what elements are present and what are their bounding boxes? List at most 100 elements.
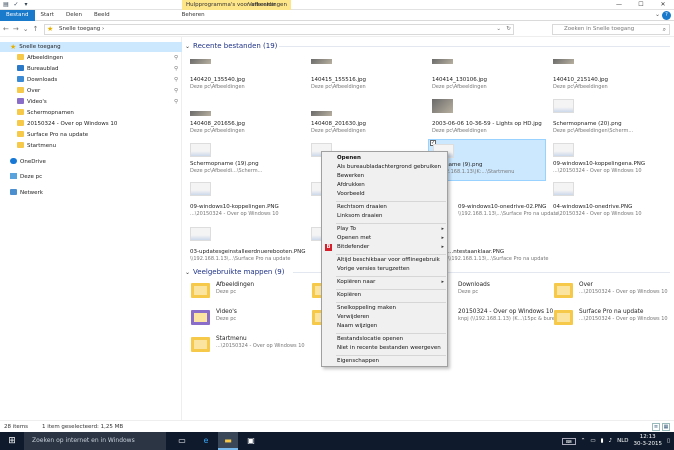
address-bar[interactable]: ★ Snelle toegang › ⌄ ↻ (44, 24, 514, 35)
nav-network[interactable]: Netwerk (0, 188, 182, 198)
refresh-icon[interactable]: ↻ (506, 25, 511, 34)
menu-item-bitdefender[interactable]: B Bitdefender ▸ (323, 243, 448, 252)
nav-quick-access[interactable]: ★ Snelle toegang (0, 42, 182, 52)
nav-item-startmenu[interactable]: Startmenu (0, 141, 182, 151)
file-item[interactable]: 140415_155516.jpg Deze pc\Afbeeldingen (307, 57, 425, 90)
file-item[interactable]: 140410_215140.jpg Deze pc\Afbeeldingen (549, 57, 667, 90)
file-item[interactable]: 140414_130106.jpg Deze pc\Afbeeldingen (428, 57, 546, 90)
keyboard-icon[interactable]: ⌨ (561, 437, 576, 445)
search-icon[interactable]: ⌕ (663, 25, 666, 34)
pin-icon[interactable]: ⚲ (174, 97, 178, 107)
menu-item-open-with[interactable]: Openen met ▸ (323, 234, 448, 243)
folder-item[interactable]: Startmenu ...\20150324 - Over op Windows… (186, 334, 305, 358)
tab-home[interactable]: Start (35, 10, 60, 21)
file-item[interactable]: Schermopname (20).png Deze pc\Afbeelding… (549, 97, 667, 134)
nav-onedrive[interactable]: OneDrive (0, 157, 182, 167)
image-thumbnail (553, 182, 574, 196)
nav-item-pictures[interactable]: Afbeeldingen ⚲ (0, 53, 182, 63)
large-icons-view-icon[interactable]: ▦ (662, 423, 670, 431)
chevron-down-icon[interactable]: ⌄ (496, 25, 501, 34)
task-view-icon[interactable]: ▭ (172, 432, 192, 450)
menu-item-set-desktop-background[interactable]: Als bureaubladachtergrond gebruiken (323, 163, 448, 172)
file-explorer-icon[interactable]: ▬ (218, 432, 238, 450)
internet-explorer-icon[interactable]: e (196, 432, 216, 450)
menu-item-open-file-location[interactable]: Bestandslocatie openen (323, 335, 448, 344)
recent-locations-icon[interactable]: ⌄ (23, 25, 29, 34)
folder-item[interactable]: Surface Pro na update ...\20150324 - Ove… (549, 307, 668, 331)
battery-icon[interactable]: ▭ (590, 438, 595, 444)
minimize-icon[interactable]: — (608, 0, 630, 10)
menu-item-play-to[interactable]: Play To ▸ (323, 225, 448, 234)
chevron-down-icon[interactable]: ⌄ (185, 269, 190, 276)
search-input[interactable]: Zoeken in Snelle toegang ⌕ (552, 24, 670, 35)
nav-item-videos[interactable]: Video's ⚲ (0, 97, 182, 107)
menu-item-print[interactable]: Afdrukken (323, 181, 448, 190)
menu-item-open[interactable]: Openen (323, 154, 448, 163)
expand-ribbon-icon[interactable]: ⌄ (655, 11, 660, 18)
tab-share[interactable]: Delen (60, 10, 88, 21)
pin-icon[interactable]: ⚲ (174, 86, 178, 96)
folder-item[interactable]: Video's Deze pc (186, 307, 304, 331)
folder-item[interactable]: Over ...\20150324 - Over op Windows 10 (549, 280, 668, 304)
file-item[interactable]: 140408_201656.jpg Deze pc\Afbeeldingen (186, 97, 304, 134)
file-item[interactable]: 04-windows10-onedrive.PNG ...\20150324 -… (549, 180, 667, 217)
back-icon[interactable]: ← (3, 25, 9, 34)
nav-item-surface-pro[interactable]: Surface Pro na update (0, 130, 182, 140)
language-indicator[interactable]: NLD (617, 438, 628, 444)
notifications-icon[interactable]: ▯ (667, 438, 670, 444)
network-icon[interactable]: ▮ (601, 438, 604, 444)
menu-item-rotate-right[interactable]: Rechtsom draaien (323, 203, 448, 212)
recent-files-header[interactable]: ⌄ Recente bestanden (19) (185, 41, 277, 51)
menu-item-rotate-left[interactable]: Linksom draaien (323, 212, 448, 221)
file-item[interactable]: 140420_135540.jpg Deze pc\Afbeeldingen (186, 57, 304, 90)
pin-icon[interactable]: ⚲ (174, 53, 178, 63)
up-icon[interactable]: ↑ (33, 25, 39, 34)
folder-icon[interactable]: ▤ (2, 1, 10, 9)
help-icon[interactable]: ? (662, 11, 671, 20)
chevron-down-icon[interactable]: ▾ (22, 1, 30, 9)
frequent-folders-header[interactable]: ⌄ Veelgebruikte mappen (9) (185, 267, 285, 277)
nav-this-pc[interactable]: Deze pc (0, 172, 182, 182)
navigation-pane: ★ Snelle toegang Afbeeldingen ⚲ Bureaubla… (0, 37, 182, 420)
file-item[interactable]: 140408_201630.jpg Deze pc\Afbeeldingen (307, 97, 425, 134)
store-icon[interactable]: ▣ (241, 432, 261, 450)
pin-icon[interactable]: ⚲ (174, 75, 178, 85)
chevron-down-icon[interactable]: ⌄ (185, 43, 190, 50)
clock[interactable]: 12:13 30-3-2015 (634, 434, 662, 448)
tab-manage[interactable]: Beheren (176, 10, 211, 21)
file-item[interactable]: Schermopname (19).png Deze pc\Afbeeldi..… (186, 141, 304, 174)
details-view-icon[interactable]: ≡ (652, 423, 660, 431)
tab-view[interactable]: Beeld (88, 10, 116, 21)
close-icon[interactable]: ✕ (652, 0, 674, 10)
pin-icon[interactable]: ⚲ (174, 64, 178, 74)
file-item[interactable]: 03-updatesgeinstalleerdnuerebooten.PNG \… (186, 225, 306, 262)
nav-item-schermopnamen[interactable]: Schermopnamen (0, 108, 182, 118)
menu-item-rename[interactable]: Naam wijzigen (323, 322, 448, 331)
menu-item-delete[interactable]: Verwijderen (323, 313, 448, 322)
windows-start-icon[interactable]: ⊞ (0, 432, 24, 450)
menu-item-properties[interactable]: Eigenschappen (323, 357, 448, 366)
menu-item-copy[interactable]: Kopiëren (323, 291, 448, 300)
menu-item-always-available-offline[interactable]: Altijd beschikbaar voor offlinegebruik (323, 256, 448, 265)
up-arrow-icon[interactable]: ⌃ (581, 438, 586, 444)
file-item[interactable]: 09-windows10-koppelingen.PNG ...\2015032… (186, 180, 304, 217)
menu-item-edit[interactable]: Bewerken (323, 172, 448, 181)
file-item[interactable]: 2003-06-06 10-36-59 - Lights op HD.jpg D… (428, 97, 546, 134)
properties-icon[interactable]: ✓ (12, 1, 20, 9)
forward-icon[interactable]: → (13, 25, 19, 34)
menu-item-preview[interactable]: Voorbeeld (323, 190, 448, 199)
menu-item-restore-previous-versions[interactable]: Vorige versies terugzetten (323, 265, 448, 274)
file-item[interactable]: 09-windows10-koppelingena.PNG ...\201503… (549, 141, 667, 174)
nav-item-over[interactable]: Over ⚲ (0, 86, 182, 96)
nav-item-desktop[interactable]: Bureaublad ⚲ (0, 64, 182, 74)
nav-item-downloads[interactable]: Downloads ⚲ (0, 75, 182, 85)
tab-file[interactable]: Bestand (0, 10, 35, 21)
nav-item-over-op-windows10[interactable]: 20150324 - Over op Windows 10 (0, 119, 182, 129)
volume-icon[interactable]: ♪ (609, 438, 613, 444)
menu-item-create-shortcut[interactable]: Snelkoppeling maken (323, 304, 448, 313)
menu-item-hide-from-recent[interactable]: Niet in recente bestanden weergeven (323, 344, 448, 353)
taskbar-search-input[interactable]: Zoeken op internet en in Windows (24, 432, 166, 450)
menu-item-copy-to[interactable]: Kopiëren naar ▸ (323, 278, 448, 287)
maximize-icon[interactable]: ☐ (630, 0, 652, 10)
folder-item[interactable]: Afbeeldingen Deze pc (186, 280, 304, 304)
